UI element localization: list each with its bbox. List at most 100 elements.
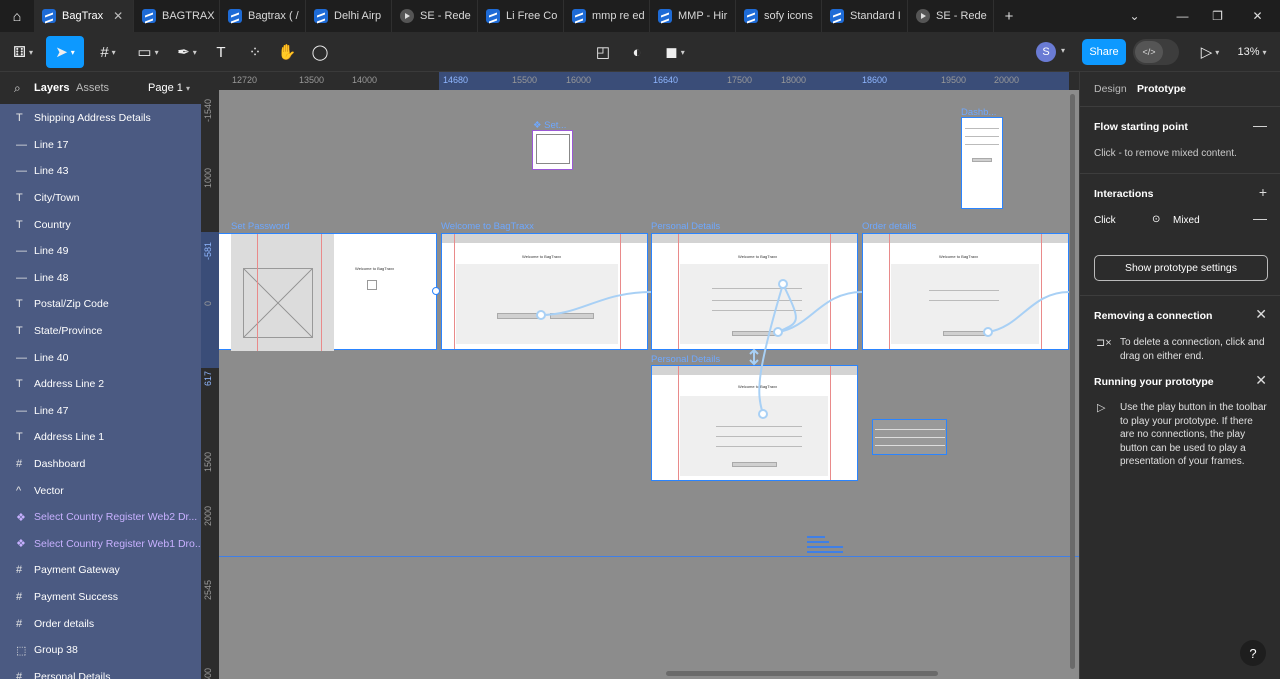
browser-tab[interactable]: Bagtrax ( /	[220, 0, 306, 32]
present-button[interactable]: ▷ ▾	[1195, 36, 1225, 68]
home-icon[interactable]: ⌂	[0, 0, 34, 32]
layer-name: Line 40	[34, 351, 69, 364]
vertical-scrollbar[interactable]	[1070, 94, 1075, 669]
layer-item[interactable]: — Line 47	[0, 398, 201, 425]
connection-arrow[interactable]	[758, 283, 784, 415]
layer-item[interactable]: # Payment Success	[0, 584, 201, 611]
prototype-connections	[536, 279, 1070, 419]
tab-assets[interactable]: Assets	[76, 82, 109, 94]
help-button[interactable]: ?	[1240, 640, 1266, 666]
resources-button[interactable]: ⁘	[244, 36, 266, 68]
trigger-label[interactable]: Click	[1094, 215, 1116, 226]
page-selector[interactable]: Page 1 ▾	[148, 82, 190, 94]
layer-item[interactable]: ^ Vector	[0, 477, 201, 504]
layer-item[interactable]: ❖ Select Country Register Web2 Dr...	[0, 504, 201, 531]
line-layer-icon: —	[16, 271, 27, 284]
browser-tab[interactable]: Delhi Airp	[306, 0, 392, 32]
browser-tab[interactable]: Li Free Co	[478, 0, 564, 32]
layer-item[interactable]: # Order details	[0, 610, 201, 637]
shape-tool-button[interactable]: ▭ ▾	[133, 36, 163, 68]
layer-item[interactable]: T Shipping Address Details	[0, 105, 201, 132]
layer-item[interactable]: — Line 40	[0, 344, 201, 371]
layer-item[interactable]: T Country	[0, 211, 201, 238]
zoom-menu[interactable]: 13% ▾	[1234, 36, 1270, 68]
tab-title: mmp re ed	[592, 10, 645, 22]
frame-layer-icon: #	[16, 670, 23, 679]
share-button[interactable]: Share	[1082, 39, 1126, 65]
canvas[interactable]: 12720 13500 14000 14680 15500 16000 1664…	[201, 72, 1079, 679]
connection-start-dot[interactable]	[536, 310, 546, 320]
avatar[interactable]: S	[1036, 42, 1056, 62]
browser-tab[interactable]: sofy icons	[736, 0, 822, 32]
text-tool-button[interactable]: T	[210, 36, 232, 68]
show-prototype-settings-button[interactable]: Show prototype settings	[1094, 255, 1268, 281]
resize-handle-icon[interactable]	[749, 348, 759, 366]
layer-item[interactable]: ⬚ Group 38	[0, 637, 201, 664]
layer-item[interactable]: # Dashboard	[0, 451, 201, 478]
layer-item[interactable]: T Address Line 1	[0, 424, 201, 451]
restore-icon[interactable]: ❐	[1195, 0, 1240, 32]
figma-icon	[572, 9, 586, 23]
action-label[interactable]: Mixed	[1173, 215, 1200, 226]
tab-prototype[interactable]: Prototype	[1137, 83, 1186, 95]
interactions-section: Interactions + Click ⊙ Mixed —	[1080, 173, 1280, 241]
close-window-icon[interactable]: ✕	[1235, 0, 1280, 32]
crop-frame-button[interactable]: ◰	[592, 36, 614, 68]
close-icon[interactable]: ✕	[1255, 372, 1267, 389]
chevron-down-icon[interactable]: ▾	[1061, 46, 1065, 55]
close-tab-icon[interactable]: ✕	[113, 9, 123, 23]
layer-item[interactable]: T City/Town	[0, 185, 201, 212]
search-icon[interactable]: ⌕	[14, 81, 21, 96]
layer-item[interactable]: ❖ Select Country Register Web1 Dro...	[0, 531, 201, 558]
minus-icon[interactable]: —	[1253, 210, 1267, 226]
connection-start-dot[interactable]	[778, 279, 788, 289]
layer-item[interactable]: T Postal/Zip Code	[0, 291, 201, 318]
frame-layer-icon: #	[16, 564, 23, 577]
fill-menu-button[interactable]: ◼ ▾	[660, 36, 690, 68]
close-icon[interactable]: ✕	[1255, 306, 1267, 323]
dev-mode-toggle[interactable]: </>	[1133, 39, 1179, 65]
layer-item[interactable]: — Line 17	[0, 132, 201, 159]
tab-layers[interactable]: Layers	[34, 82, 69, 94]
browser-tab[interactable]: BAGTRAX	[134, 0, 220, 32]
group-layer-icon: ⬚	[16, 644, 27, 657]
layer-item[interactable]: — Line 48	[0, 265, 201, 292]
browser-tab[interactable]: MMP - Hir	[650, 0, 736, 32]
layer-item[interactable]: # Payment Gateway	[0, 557, 201, 584]
tab-title: MMP - Hir	[678, 10, 728, 22]
browser-tab[interactable]: SE - Rede	[392, 0, 478, 32]
new-tab-button[interactable]: +	[994, 0, 1024, 32]
layers-panel-header: ⌕ Layers Assets Page 1 ▾	[0, 72, 201, 104]
hand-tool-button[interactable]: ✋	[276, 36, 298, 68]
line-layer-icon: —	[16, 245, 27, 258]
horizontal-scrollbar[interactable]	[666, 671, 938, 676]
browser-tab[interactable]: SE - Rede	[908, 0, 994, 32]
tab-title: BAGTRAX	[162, 10, 215, 22]
minus-icon[interactable]: —	[1253, 117, 1267, 133]
contrast-button[interactable]: ◐	[626, 36, 648, 68]
connection-start-dot[interactable]	[758, 409, 768, 419]
browser-tab[interactable]: BagTrax ✕	[34, 0, 134, 32]
browser-tab[interactable]: mmp re ed	[564, 0, 650, 32]
layer-item[interactable]: # Personal Details	[0, 663, 201, 679]
plus-icon[interactable]: +	[1259, 184, 1267, 200]
connection-arrow[interactable]	[987, 291, 1070, 333]
layer-item[interactable]: T Address Line 2	[0, 371, 201, 398]
connection-arrow[interactable]	[540, 291, 652, 316]
comment-tool-button[interactable]: ◯	[309, 36, 331, 68]
browser-tab[interactable]: Standard I	[822, 0, 908, 32]
layer-item[interactable]: — Line 49	[0, 238, 201, 265]
figma-icon	[42, 9, 56, 23]
connection-start-dot[interactable]	[983, 327, 993, 337]
layer-item[interactable]: — Line 43	[0, 158, 201, 185]
move-tool-button[interactable]: ➤ ▾	[46, 36, 84, 68]
layer-item[interactable]: T State/Province	[0, 318, 201, 345]
main-menu-button[interactable]: ⚅ ▾	[10, 36, 36, 68]
chevron-down-icon[interactable]: ⌄	[1112, 0, 1157, 32]
tab-title: SE - Rede	[420, 10, 471, 22]
tab-design[interactable]: Design	[1094, 83, 1127, 95]
pen-tool-button[interactable]: ✒ ▾	[172, 36, 202, 68]
connection-start-dot[interactable]	[773, 327, 783, 337]
figma-icon	[228, 9, 242, 23]
frame-tool-button[interactable]: # ▾	[94, 36, 122, 68]
